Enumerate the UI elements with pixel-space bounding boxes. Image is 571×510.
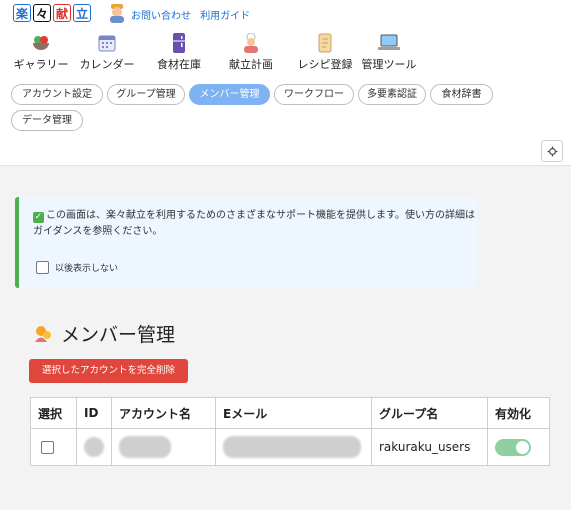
info-text: ✓ この画面は、楽々献立を利用するためのさまざまなサポート機能を提供します。使い方… [33,208,478,240]
nav-label: レシピ登録 [297,58,353,71]
column-header: グループ名 [371,397,488,429]
contact-link[interactable]: お問い合わせ [131,11,191,22]
page-title-text: メンバー管理 [61,324,176,346]
tab-member-management[interactable]: メンバー管理 [189,84,270,105]
guide-link[interactable]: 利用ガイド [200,11,250,22]
column-header: ID [76,397,112,429]
toggle-knob [516,440,529,454]
scroll-icon [314,33,336,53]
info-message: この画面は、楽々献立を利用するためのさまざまなサポート機能を提供します。使い方の… [33,210,475,237]
info-notice: ✓ この画面は、楽々献立を利用するためのさまざまなサポート機能を提供します。使い方… [15,197,477,288]
nav-label: 管理ツール [361,58,417,71]
table-row: rakuraku_users [30,428,550,466]
nav-label: 食材在庫 [157,58,201,71]
nav-recipe[interactable]: レシピ登録 [294,33,356,72]
column-header: 選択 [30,397,77,429]
tab-workflow[interactable]: ワークフロー [274,84,354,105]
tab-account-settings[interactable]: アカウント設定 [11,84,103,105]
enabled-cell [487,428,550,466]
nav-inventory[interactable]: 食材在庫 [148,33,210,72]
row-select-checkbox[interactable] [41,440,54,454]
members-table: 選択 ID アカウント名 Eメール グループ名 有効化 rakuraku_use… [30,397,550,466]
table-header-row: 選択 ID アカウント名 Eメール グループ名 有効化 [30,397,550,429]
mascot-icon [107,3,127,23]
column-header: Eメール [215,397,372,429]
email-cell [215,428,372,466]
logo-char: 楽 [13,4,31,22]
tab-group-management[interactable]: グループ管理 [107,84,185,105]
nav-gallery[interactable]: ギャラリー [6,33,76,72]
dont-show-label: 以後表示しない [55,264,119,274]
dont-show-checkbox[interactable] [36,261,49,274]
enabled-toggle[interactable] [495,438,531,456]
id-cell [76,428,112,466]
nav-label: カレンダー [79,58,135,71]
nav-meal-plan[interactable]: 献立計画 [220,33,282,72]
app-header: 楽 々 献 立 お問い合わせ 利用ガイド ギャラリー カレンダー 食材在庫 献立… [0,0,571,78]
redacted-email [223,436,361,458]
checkmark-icon: ✓ [33,212,44,223]
select-cell [30,428,77,466]
nav-admin[interactable]: 管理ツール [358,33,420,72]
redacted-id [84,437,104,457]
tab-mfa[interactable]: 多要素認証 [358,84,426,105]
group-cell: rakuraku_users [371,428,488,466]
main-nav: ギャラリー カレンダー 食材在庫 献立計画 レシピ登録 管理ツール [6,33,420,72]
chef-icon [240,33,262,53]
nav-label: ギャラリー [13,58,69,71]
page-title: メンバー管理 [33,320,175,347]
logo-char: 献 [53,4,71,22]
nav-calendar[interactable]: カレンダー [76,33,138,72]
nav-label: 献立計画 [229,58,273,71]
calendar-icon [96,33,118,53]
column-header: 有効化 [487,397,550,429]
delete-selected-accounts-button[interactable]: 選択したアカウントを完全削除 [29,359,188,383]
tab-ingredient-dictionary[interactable]: 食材辞書 [430,84,493,105]
top-links: お問い合わせ 利用ガイド [131,7,256,22]
tab-data-management[interactable]: データ管理 [11,110,83,131]
column-header: アカウント名 [111,397,216,429]
app-logo[interactable]: 楽 々 献 立 [13,4,91,22]
gear-icon [546,145,558,157]
logo-char: 々 [33,4,51,22]
laptop-icon [378,33,400,53]
salad-bowl-icon [30,33,52,53]
logo-char: 立 [73,4,91,22]
redacted-account-name [119,436,171,458]
member-icon [35,325,51,342]
account-cell [111,428,216,466]
settings-button[interactable] [541,140,563,162]
fridge-icon [168,33,190,53]
dont-show-again[interactable]: 以後表示しない [36,261,118,274]
